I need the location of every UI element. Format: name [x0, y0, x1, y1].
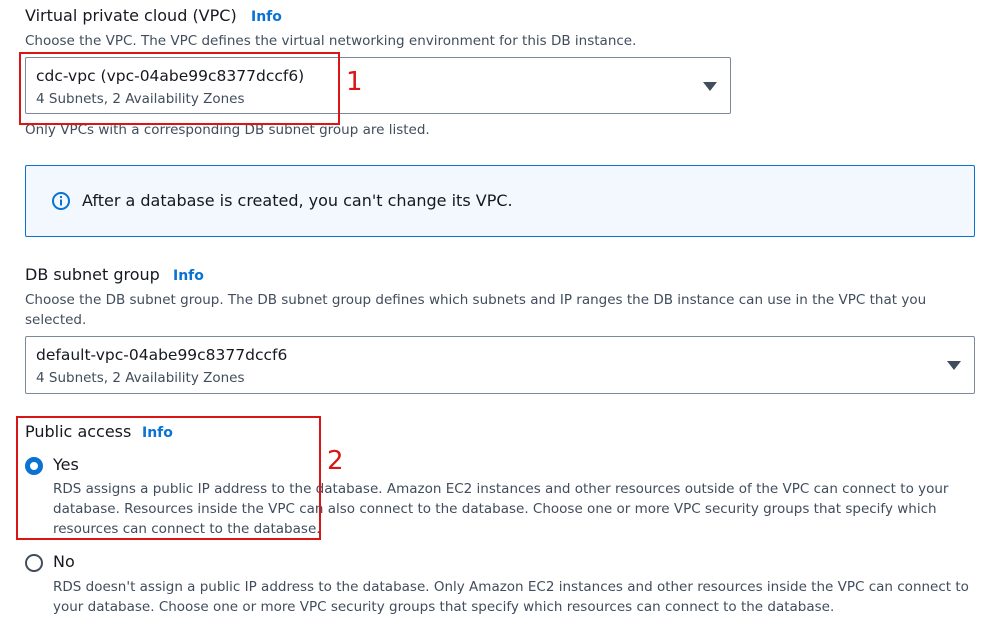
public-access-no-label[interactable]: No	[53, 552, 75, 572]
vpc-info-link[interactable]: Info	[251, 8, 282, 26]
subnet-group-description-line2: selected.	[25, 312, 87, 328]
caret-down-icon	[703, 82, 717, 91]
vpc-label: Virtual private cloud (VPC)	[25, 6, 237, 25]
subnet-group-label: DB subnet group	[25, 265, 160, 284]
subnet-group-selected-value: default-vpc-04abe99c8377dccf6	[36, 346, 288, 364]
caret-down-icon	[947, 361, 961, 370]
subnet-group-select[interactable]: default-vpc-04abe99c8377dccf6 4 Subnets,…	[25, 336, 975, 394]
annotation-marker-2: 2	[327, 446, 344, 476]
annotation-box-2	[16, 416, 321, 540]
public-access-no-radio[interactable]	[25, 554, 43, 572]
subnet-group-info-link[interactable]: Info	[173, 267, 204, 285]
annotation-marker-1: 1	[346, 67, 363, 97]
subnet-group-description-line1: Choose the DB subnet group. The DB subne…	[25, 292, 927, 308]
alert-text: After a database is created, you can't c…	[82, 191, 513, 210]
annotation-box-1	[19, 52, 340, 125]
subnet-group-selected-detail: 4 Subnets, 2 Availability Zones	[36, 370, 245, 386]
public-access-no-desc-line1: RDS doesn't assign a public IP address t…	[53, 579, 969, 595]
vpc-change-alert: After a database is created, you can't c…	[25, 165, 975, 237]
info-circle-icon	[52, 192, 70, 210]
public-access-no-desc-line2: your database. Choose one or more VPC se…	[53, 599, 835, 615]
vpc-description: Choose the VPC. The VPC defines the virt…	[25, 33, 637, 49]
